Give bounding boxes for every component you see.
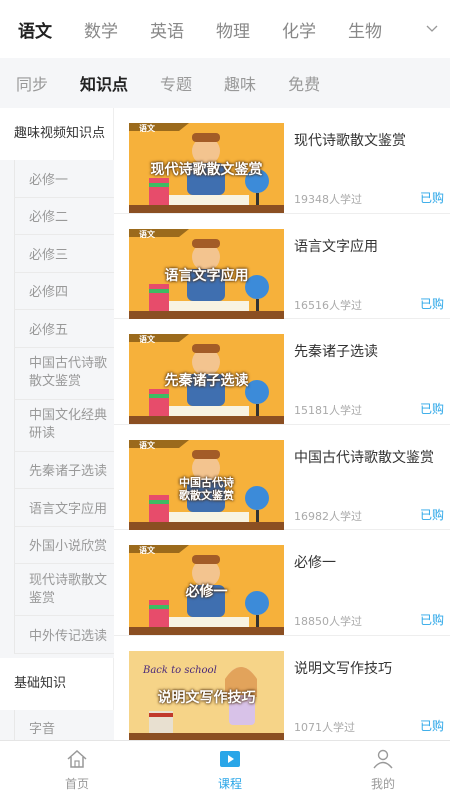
bottom-nav: 首页 课程 我的 [0,740,450,800]
sidebar-item-label: 必修五 [29,322,69,338]
type-tab-bar: 同步 知识点 专题 趣味 免费 [0,58,450,108]
user-icon [373,749,393,769]
sidebar-item[interactable]: 字音 [14,709,114,740]
nav-course-label: 课程 [217,777,242,791]
thumbnail-title-line: 中国古代诗 [179,475,234,489]
subject-tab-physics[interactable]: 物理 [216,17,264,42]
sidebar-item-label: 现代诗歌散文鉴赏 [29,572,108,606]
thumbnail-title: 先秦诸子选读 [164,373,249,389]
sidebar-item[interactable]: 中国古代诗歌散文鉴赏 [14,347,114,400]
course-title: 说明文写作技巧 [294,660,392,677]
learner-count: 1071人学过 [294,720,355,734]
subject-tab-english[interactable]: 英语 [150,17,198,42]
nav-course[interactable]: 课程 [185,749,275,792]
course-list: 语文 现代诗歌散文鉴赏 现代诗歌散文鉴赏 19348人学过 已购 语文 语言文字 [114,108,450,740]
course-title: 现代诗歌散文鉴赏 [294,133,406,149]
course-title: 语言文字应用 [294,238,378,255]
sidebar-item[interactable]: 中国文化经典研读 [14,399,114,452]
course-title: 中国古代诗歌散文鉴赏 [294,449,434,466]
sidebar-item[interactable]: 现代诗歌散文鉴赏 [14,564,114,616]
sidebar-item-label: 必修三 [29,247,69,263]
subject-tag: 语文 [139,546,155,555]
sidebar-item[interactable]: 外国小说欣赏 [14,526,114,564]
purchased-badge: 已购 [419,296,444,311]
sidebar-item-label: 中国文化经典研读 [29,408,108,441]
subject-tab-biology[interactable]: 生物 [348,17,396,42]
subject-tab-chemistry[interactable]: 化学 [282,17,330,42]
course-thumbnail: Back to school 说明文写作技巧 [129,650,284,740]
home-icon [67,749,87,768]
learner-count: 18850人学过 [294,615,362,628]
course-thumbnail: 语文 中国古代诗 歌散文鉴赏 [129,439,284,530]
learner-count: 16982人学过 [294,509,362,523]
sidebar-item[interactable]: 必修一 [14,160,114,198]
sidebar-item[interactable]: 必修二 [14,197,114,235]
list-item[interactable]: 语文 现代诗歌散文鉴赏 现代诗歌散文鉴赏 19348人学过 已购 [114,108,450,214]
play-icon [220,751,240,767]
subject-tag: 语文 [139,229,155,239]
sidebar-item-label: 必修四 [29,285,69,301]
tab-knowledge[interactable]: 知识点 [80,71,128,95]
sidebar-group-basic[interactable]: 基础知识 [0,657,114,710]
sidebar-item-label: 中国古代诗歌散文鉴赏 [29,356,108,389]
sidebar-group-fun-video[interactable]: 趣味视频知识点 [0,108,114,160]
sidebar-item[interactable]: 中外传记选读 [14,616,114,654]
list-item[interactable]: 语文 语言文字应用 语言文字应用 16516人学过 已购 [114,214,450,319]
sidebar-item[interactable]: 必修五 [14,310,114,348]
purchased-badge: 已购 [419,507,444,522]
course-thumbnail: 语文 语言文字应用 [129,228,284,319]
nav-home-label: 首页 [64,777,89,791]
learner-count: 16516人学过 [294,298,362,312]
sidebar-item[interactable]: 必修三 [14,235,114,273]
purchased-badge: 已购 [419,718,444,733]
subject-tag: 语文 [139,335,155,344]
nav-mine[interactable]: 我的 [338,749,428,792]
thumbnail-title: 说明文写作技巧 [157,689,256,706]
sidebar: 趣味视频知识点 必修一 必修二 必修三 必修四 必修五 中国古代诗歌散文鉴赏 中… [0,108,114,740]
purchased-badge: 已购 [419,613,444,627]
subject-tag: 语文 [139,124,155,133]
sidebar-item-label: 字音 [29,722,56,738]
sidebar-item-label: 先秦诸子选读 [29,464,108,480]
subject-tab-math[interactable]: 数学 [84,17,132,42]
learner-count: 19348人学过 [294,193,362,206]
sidebar-item-label: 中外传记选读 [29,628,108,644]
thumbnail-title: 现代诗歌散文鉴赏 [150,162,263,178]
purchased-badge: 已购 [419,191,444,205]
course-title: 先秦诸子选读 [294,344,378,360]
sidebar-item-label: 必修二 [29,210,69,226]
subject-tab-chinese[interactable]: 语文 [18,17,66,42]
tab-sync[interactable]: 同步 [16,71,48,95]
sidebar-item[interactable]: 语言文字应用 [14,489,114,527]
subject-tag: 语文 [139,440,155,450]
sidebar-item-label: 语言文字应用 [29,501,108,517]
sidebar-item[interactable]: 必修四 [14,272,114,310]
purchased-badge: 已购 [419,402,444,416]
thumbnail-title-line: 歌散文鉴赏 [179,488,234,502]
tab-topic[interactable]: 专题 [160,71,192,95]
list-item[interactable]: 语文 中国古代诗 歌散文鉴赏 中国古代诗歌散文鉴赏 16982人学过 已购 [114,425,450,530]
learner-count: 15181人学过 [294,404,362,417]
tab-free[interactable]: 免费 [288,71,320,95]
course-thumbnail: 语文 现代诗歌散文鉴赏 [129,123,284,213]
tab-fun[interactable]: 趣味 [224,71,256,95]
list-item[interactable]: 语文 必修一 必修一 18850人学过 已购 [114,530,450,636]
subject-bar: 语文 数学 英语 物理 化学 生物 [0,0,450,58]
sidebar-item-label: 外国小说欣赏 [29,539,108,555]
list-item[interactable]: 语文 先秦诸子选读 先秦诸子选读 15181人学过 已购 [114,319,450,425]
nav-home[interactable]: 首页 [32,749,122,792]
course-thumbnail: 语文 先秦诸子选读 [129,334,284,424]
chevron-down-icon[interactable] [424,20,440,36]
back-to-school-lettering: Back to school [142,665,217,676]
thumbnail-title: 语言文字应用 [164,267,249,284]
course-title: 必修一 [294,555,336,571]
sidebar-item[interactable]: 先秦诸子选读 [14,451,114,489]
sidebar-item-label: 必修一 [29,172,69,188]
list-item[interactable]: Back to school 说明文写作技巧 说明文写作技巧 1071人学过 已… [114,636,450,740]
nav-mine-label: 我的 [370,777,395,791]
thumbnail-title: 中国古代诗 歌散文鉴赏 [129,476,284,502]
thumbnail-title: 必修一 [185,584,228,600]
course-thumbnail: 语文 必修一 [129,545,284,635]
